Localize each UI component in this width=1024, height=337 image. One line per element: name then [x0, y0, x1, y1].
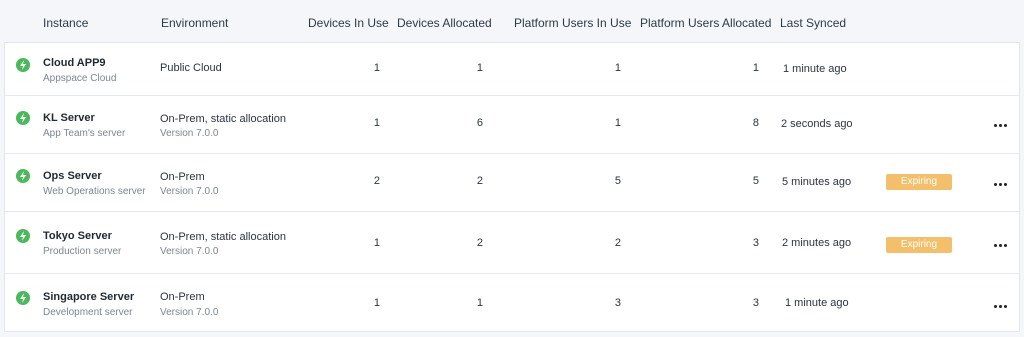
users-allocated-value: 3	[752, 297, 759, 309]
instance-description: Development server	[43, 307, 133, 318]
last-synced-value: 1 minute ago	[783, 63, 847, 75]
environment-label: On-Prem, static allocation	[160, 231, 286, 243]
version-label: Version 7.0.0	[160, 307, 219, 318]
environment-label: Public Cloud	[160, 62, 222, 74]
users-allocated-value: 3	[752, 237, 759, 249]
more-options-icon[interactable]	[994, 302, 1008, 310]
column-header-environment[interactable]: Environment	[161, 16, 228, 30]
column-header-platform-users-in-use[interactable]: Platform Users In Use	[514, 16, 631, 30]
devices-in-use-value: 1	[373, 62, 380, 74]
last-synced-value: 5 minutes ago	[782, 176, 852, 188]
users-in-use-value: 5	[614, 175, 621, 187]
bolt-icon	[16, 229, 30, 243]
table-row[interactable]: Ops Server Web Operations server On-Prem…	[5, 154, 1019, 212]
instance-name[interactable]: Tokyo Server	[43, 230, 112, 242]
version-label: Version 7.0.0	[160, 246, 219, 257]
environment-label: On-Prem	[160, 171, 205, 183]
table-row[interactable]: Cloud APP9 Appspace Cloud Public Cloud 1…	[5, 43, 1019, 96]
instance-description: Production server	[43, 246, 122, 257]
table-body: Cloud APP9 Appspace Cloud Public Cloud 1…	[4, 42, 1020, 332]
table-row[interactable]: Tokyo Server Production server On-Prem, …	[5, 212, 1019, 274]
table-header: Instance Environment Devices In Use Devi…	[4, 0, 1020, 42]
column-header-instance[interactable]: Instance	[43, 16, 88, 30]
bolt-icon	[16, 58, 30, 72]
devices-in-use-value: 2	[373, 175, 380, 187]
users-in-use-value: 1	[614, 62, 621, 74]
devices-allocated-value: 2	[476, 237, 483, 249]
column-header-platform-users-allocated[interactable]: Platform Users Allocated	[640, 16, 771, 30]
users-allocated-value: 8	[752, 117, 759, 129]
more-options-icon[interactable]	[994, 241, 1008, 249]
users-in-use-value: 2	[614, 237, 621, 249]
environment-label: On-Prem	[160, 291, 205, 303]
bolt-icon	[16, 111, 30, 125]
table-row[interactable]: KL Server App Team's server On-Prem, sta…	[5, 96, 1019, 154]
instance-description: Web Operations server	[43, 186, 146, 197]
devices-allocated-value: 6	[476, 117, 483, 129]
devices-in-use-value: 1	[373, 297, 380, 309]
version-label: Version 7.0.0	[160, 128, 219, 139]
last-synced-value: 2 minutes ago	[782, 237, 852, 249]
instances-table: Instance Environment Devices In Use Devi…	[4, 0, 1020, 333]
instance-description: App Team's server	[43, 128, 126, 139]
instance-description: Appspace Cloud	[43, 73, 117, 84]
instance-name[interactable]: Cloud APP9	[43, 57, 106, 69]
environment-label: On-Prem, static allocation	[160, 113, 286, 125]
users-in-use-value: 3	[614, 297, 621, 309]
devices-in-use-value: 1	[373, 237, 380, 249]
devices-allocated-value: 1	[476, 297, 483, 309]
users-allocated-value: 1	[752, 62, 759, 74]
expiring-badge: Expiring	[886, 237, 952, 253]
bolt-icon	[16, 291, 30, 305]
version-label: Version 7.0.0	[160, 186, 219, 197]
column-header-devices-allocated[interactable]: Devices Allocated	[397, 16, 492, 30]
users-allocated-value: 5	[752, 175, 759, 187]
table-row[interactable]: Singapore Server Development server On-P…	[5, 274, 1019, 331]
column-header-devices-in-use[interactable]: Devices In Use	[308, 16, 389, 30]
instance-name[interactable]: Singapore Server	[43, 291, 134, 303]
devices-in-use-value: 1	[373, 117, 380, 129]
instance-name[interactable]: KL Server	[43, 112, 95, 124]
more-options-icon[interactable]	[994, 121, 1008, 129]
expiring-badge: Expiring	[886, 174, 952, 190]
last-synced-value: 2 seconds ago	[781, 118, 853, 130]
devices-allocated-value: 2	[476, 175, 483, 187]
users-in-use-value: 1	[614, 117, 621, 129]
instance-name[interactable]: Ops Server	[43, 170, 102, 182]
column-header-last-synced[interactable]: Last Synced	[780, 16, 846, 30]
devices-allocated-value: 1	[476, 62, 483, 74]
bolt-icon	[16, 169, 30, 183]
last-synced-value: 1 minute ago	[785, 297, 849, 309]
more-options-icon[interactable]	[994, 180, 1008, 188]
